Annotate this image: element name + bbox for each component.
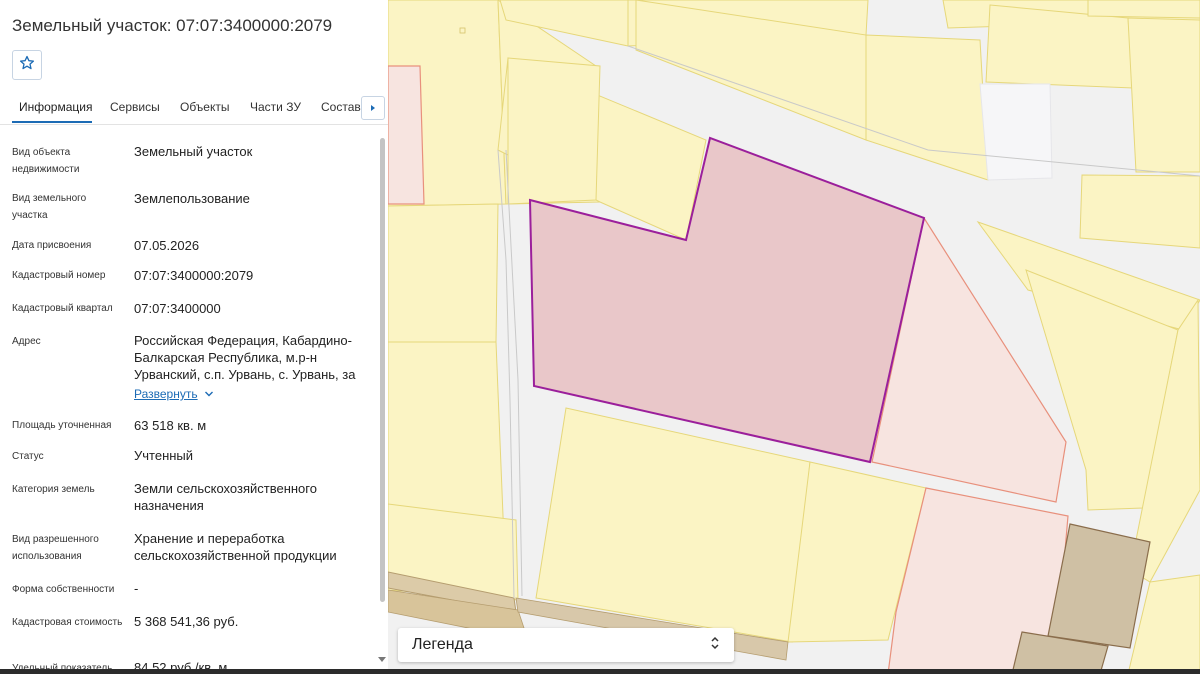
row-value-cadastral-quarter[interactable]: 07:07:3400000 [134, 300, 366, 317]
up-down-chevron-icon [710, 635, 720, 656]
parcel-polygon [1127, 17, 1200, 173]
parcel-polygon [1087, 0, 1200, 19]
tabs-divider [0, 124, 388, 125]
map-canvas[interactable] [388, 0, 1200, 674]
tab-services[interactable]: Сервисы [110, 100, 160, 114]
cadastral-map[interactable] [388, 0, 1200, 674]
row-label-ownership-form: Форма собственности [12, 584, 115, 595]
row-value-parcel-type: Землепользование [134, 191, 250, 206]
parcel-polygon [1079, 174, 1200, 249]
row-value-land-category: Земли сельскохозяйственного назначения [134, 481, 317, 513]
row-value-cadastral-value: 5 368 541,36 руб. [134, 614, 239, 629]
parcel-polygon [985, 4, 1134, 89]
chevron-down-icon [204, 387, 214, 401]
row-value-area: 63 518 кв. м [134, 418, 207, 433]
legend-button[interactable]: Легенда [398, 628, 734, 662]
tab-parcel-parts[interactable]: Части ЗУ [250, 100, 301, 114]
expand-label: Развернуть [134, 387, 198, 401]
tab-information[interactable]: Информация [19, 100, 92, 114]
panel-scrollbar-thumb[interactable] [380, 138, 385, 602]
scroll-down-arrow-icon[interactable] [378, 657, 386, 662]
active-tab-indicator [12, 121, 92, 123]
row-label-parcel-type: Вид земельного участка [12, 193, 87, 221]
white-lot-polygon [979, 83, 1053, 181]
row-label-status: Статус [12, 451, 44, 462]
row-value-object-type: Земельный участок [134, 144, 253, 159]
row-label-cadastral-value: Кадастровая стоимость [12, 617, 123, 628]
triangle-right-icon [369, 99, 377, 117]
favorite-button[interactable] [12, 50, 42, 80]
tab-composition[interactable]: Состав [321, 100, 361, 114]
row-label-object-type: Вид объекта недвижимости [12, 147, 80, 175]
row-label-cadastral-number: Кадастровый номер [12, 270, 106, 281]
tab-objects[interactable]: Объекты [180, 100, 230, 114]
info-panel: Земельный участок: 07:07:3400000:2079 Ин… [0, 0, 389, 674]
tabs-next-button[interactable] [361, 96, 385, 120]
row-label-cadastral-quarter: Кадастровый квартал [12, 303, 113, 314]
star-outline-icon [19, 55, 35, 76]
panel-title: Земельный участок: 07:07:3400000:2079 [12, 16, 333, 35]
row-value-assignment-date: 07.05.2026 [134, 238, 200, 253]
row-value-address: Российская Федерация, Кабардино-Балкарск… [134, 333, 356, 382]
row-value-status: Учтенный [134, 448, 194, 463]
row-label-assignment-date: Дата присвоения [12, 240, 92, 251]
row-value-permitted-use: Хранение и переработка сельскохозяйствен… [134, 531, 337, 563]
row-label-area: Площадь уточненная [12, 420, 112, 431]
legend-label: Легенда [412, 636, 473, 653]
expand-address-link[interactable]: Развернуть [134, 387, 214, 401]
bottom-bar [0, 669, 1200, 674]
tab-bar: Информация Сервисы Объекты Части ЗУ Сост… [0, 92, 388, 124]
row-value-ownership-form: - [134, 581, 139, 596]
parcel-polygon [535, 407, 811, 643]
parcel-polygon [507, 57, 601, 205]
row-label-address: Адрес [12, 336, 41, 347]
row-label-permitted-use: Вид разрешенного использования [12, 534, 99, 562]
parcel-polygon [865, 34, 989, 181]
row-label-land-category: Категория земель [12, 484, 95, 495]
neighbor-parcel-polygon [388, 65, 425, 205]
row-value-cadastral-number[interactable]: 07:07:3400000:2079 [134, 267, 366, 284]
parcel-polygon [388, 203, 499, 343]
